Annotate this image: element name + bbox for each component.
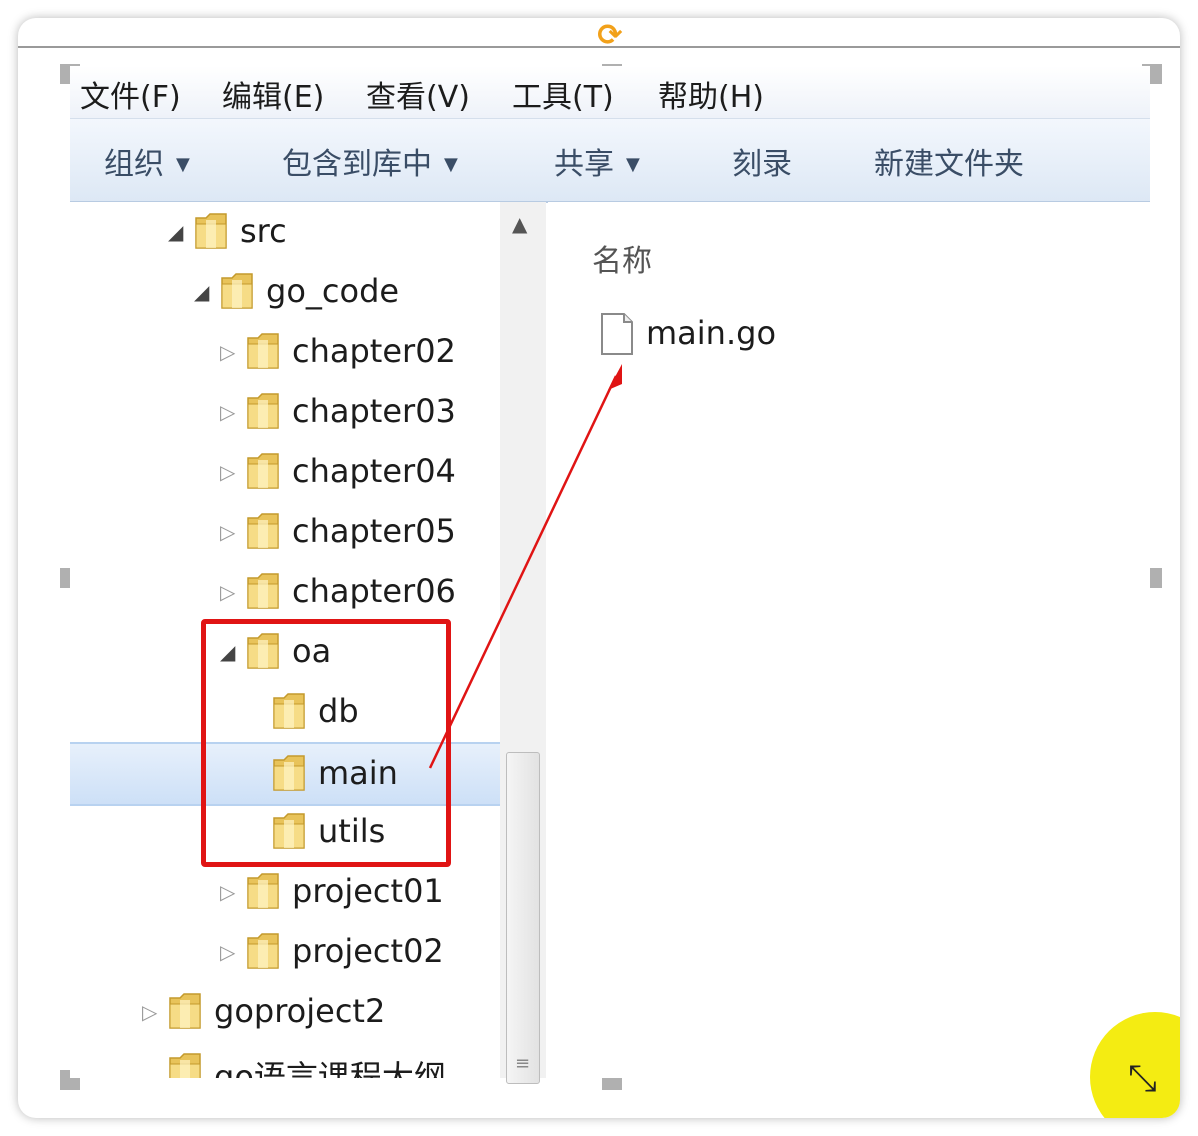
collapsed-arrow-icon[interactable]: ▷ (142, 1000, 162, 1024)
tree-item-chapter04[interactable]: ▷ chapter04 (70, 442, 500, 502)
collapsed-arrow-icon[interactable]: ▷ (220, 460, 240, 484)
tree-item-label: goproject2 (214, 992, 386, 1030)
tree-item-goproject2[interactable]: ▷ goproject2 (70, 982, 500, 1042)
tree-item-project02[interactable]: ▷ project02 (70, 922, 500, 982)
menu-view[interactable]: 查看(V) (366, 72, 470, 116)
collapsed-arrow-icon[interactable]: ▷ (220, 400, 240, 424)
red-highlight-box (201, 619, 451, 867)
tree-item-src[interactable]: ◢ src (70, 202, 500, 262)
tree-item-project01[interactable]: ▷ project01 (70, 862, 500, 922)
collapsed-arrow-icon[interactable]: ▷ (220, 940, 240, 964)
burn-button[interactable]: 刻录 (732, 139, 792, 183)
diagonal-resize-cursor-icon: ⤡ (1128, 1058, 1157, 1099)
tree-item-go-code[interactable]: ◢ go_code (70, 262, 500, 322)
tree-item-chapter05[interactable]: ▷ chapter05 (70, 502, 500, 562)
file-icon (601, 313, 633, 355)
tree-item-chapter03[interactable]: ▷ chapter03 (70, 382, 500, 442)
navigation-scrollbar[interactable]: ▲ ≡ (500, 202, 546, 1084)
dropdown-arrow-icon: ▼ (176, 154, 190, 175)
organize-button[interactable]: 组织 ▼ (104, 139, 190, 183)
file-list-pane: 名称 main.go (548, 202, 1150, 1078)
new-folder-button[interactable]: 新建文件夹 (874, 139, 1024, 183)
folder-icon (221, 273, 253, 309)
collapsed-arrow-icon[interactable]: ▷ (220, 880, 240, 904)
command-bar: 组织 ▼ 包含到库中 ▼ 共享 ▼ 刻录 新建文件夹 (70, 118, 1150, 203)
collapsed-arrow-icon[interactable]: ▷ (220, 520, 240, 544)
folder-icon (195, 213, 227, 249)
folder-icon (169, 993, 201, 1029)
folder-icon (247, 573, 279, 609)
tree-item-label: go_code (266, 272, 400, 310)
tree-item-label: src (240, 212, 287, 250)
editor-canvas: ⟳ 文件(F) 编辑(E) 查看(V) 工具(T) 帮助(H) 组织 ▼ 包含到库… (18, 18, 1180, 1118)
folder-icon (247, 453, 279, 489)
folder-icon (169, 1053, 201, 1078)
menu-file[interactable]: 文件(F) (80, 72, 181, 116)
expanded-arrow-icon[interactable]: ◢ (194, 280, 214, 304)
folder-icon (247, 873, 279, 909)
organize-label: 组织 (104, 147, 164, 182)
menu-tools[interactable]: 工具(T) (512, 72, 614, 116)
tree-item-label: chapter06 (292, 572, 456, 610)
tree-item-label: project01 (292, 872, 444, 910)
folder-icon (247, 333, 279, 369)
folder-icon (247, 933, 279, 969)
tree-item-label: chapter05 (292, 512, 456, 550)
tree-item-label: chapter03 (292, 392, 456, 430)
scrollbar-thumb[interactable]: ≡ (506, 752, 540, 1084)
dropdown-arrow-icon: ▼ (626, 154, 640, 175)
dropdown-arrow-icon: ▼ (444, 154, 458, 175)
expanded-arrow-icon[interactable]: ◢ (168, 220, 188, 244)
share-label: 共享 (554, 147, 614, 182)
tree-item-course-outline[interactable]: go语言课程大纲 (70, 1042, 500, 1078)
tree-item-chapter06[interactable]: ▷ chapter06 (70, 562, 500, 622)
tree-item-label: go语言课程大纲 (214, 1058, 446, 1078)
menu-help[interactable]: 帮助(H) (658, 72, 764, 116)
share-button[interactable]: 共享 ▼ (554, 139, 640, 183)
include-in-library-button[interactable]: 包含到库中 ▼ (282, 139, 458, 183)
include-in-library-label: 包含到库中 (282, 147, 432, 182)
collapsed-arrow-icon[interactable]: ▷ (220, 580, 240, 604)
column-header-name[interactable]: 名称 (592, 236, 652, 280)
scroll-up-arrow-icon[interactable]: ▲ (512, 212, 527, 236)
tree-item-chapter02[interactable]: ▷ chapter02 (70, 322, 500, 382)
tree-item-label: project02 (292, 932, 444, 970)
grip-icon: ≡ (515, 1053, 531, 1074)
tree-item-label: chapter04 (292, 452, 456, 490)
menu-edit[interactable]: 编辑(E) (222, 72, 324, 116)
collapsed-arrow-icon[interactable]: ▷ (220, 340, 240, 364)
folder-icon (247, 513, 279, 549)
menu-bar: 文件(F) 编辑(E) 查看(V) 工具(T) 帮助(H) (70, 66, 1150, 118)
rotate-handle-icon[interactable]: ⟳ (590, 18, 630, 54)
file-item-main-go[interactable]: main.go (646, 314, 776, 352)
tree-item-label: chapter02 (292, 332, 456, 370)
folder-icon (247, 393, 279, 429)
